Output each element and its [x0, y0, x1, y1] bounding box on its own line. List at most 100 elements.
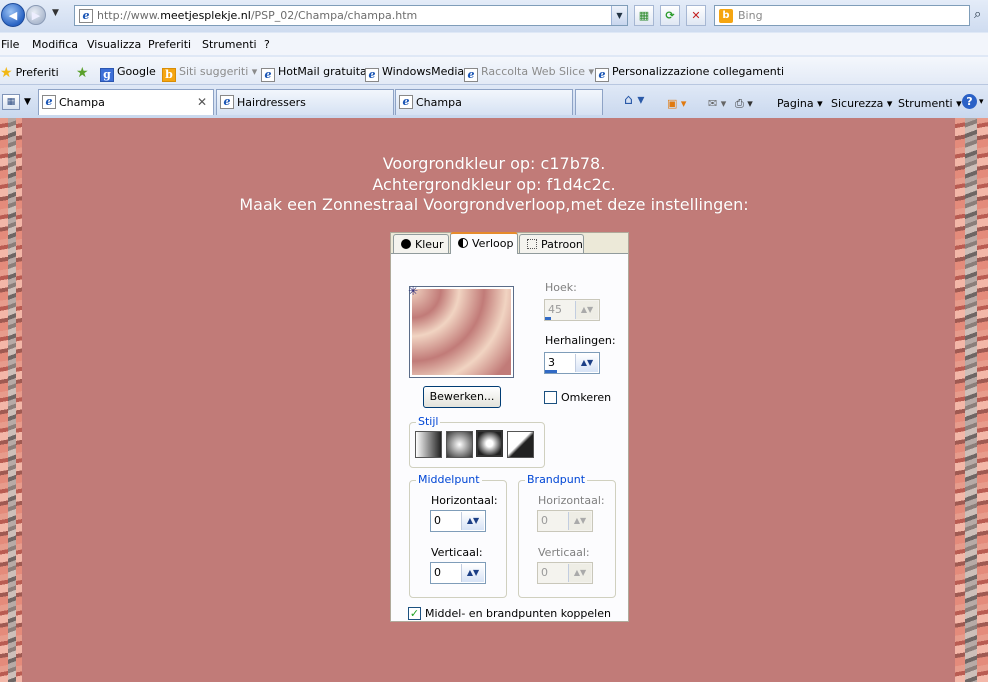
focal-horizontal-value: 0: [541, 514, 548, 527]
center-horizontal-label: Horizontaal:: [431, 494, 498, 507]
tab-list-dropdown[interactable]: ▼: [24, 97, 31, 107]
stop-button[interactable]: ✕: [686, 5, 706, 26]
instruction-background: Achtergrondkleur op: f1d4c2c.: [372, 175, 616, 194]
tab-label: Champa: [59, 96, 105, 109]
center-vertical-label: Verticaal:: [431, 546, 483, 559]
fav-google[interactable]: g Google: [100, 65, 156, 82]
favorites-button[interactable]: ★ Preferiti: [0, 65, 59, 81]
ie-page-icon: e: [261, 68, 275, 82]
bing-icon: b: [719, 9, 733, 23]
ie-page-icon: e: [42, 95, 56, 109]
style-group-label: Stijl: [416, 415, 441, 428]
close-tab-icon[interactable]: ✕: [197, 95, 207, 109]
tab-label: Kleur: [415, 238, 444, 251]
rectangular-style-icon[interactable]: [446, 431, 473, 458]
ie-page-icon: e: [595, 68, 609, 82]
instruction-foreground: Voorgrondkleur op: c17b78.: [382, 154, 606, 173]
tab-champa-1[interactable]: e Champa ✕: [38, 89, 214, 115]
back-arrow-icon: ◀: [8, 8, 18, 22]
spinner-arrows-icon[interactable]: ▲▼: [461, 564, 484, 582]
compatibility-view-button[interactable]: ▦: [634, 5, 654, 26]
tab-champa-2[interactable]: e Champa: [395, 89, 573, 115]
menu-help[interactable]: ?: [264, 38, 270, 51]
spinner-arrows-icon[interactable]: ▲▼: [461, 512, 484, 530]
search-box[interactable]: b Bing: [714, 5, 970, 26]
ie-page-icon: e: [464, 68, 478, 82]
forward-arrow-icon: ▶: [31, 8, 41, 22]
quick-tabs-icon[interactable]: ▦: [2, 94, 20, 110]
page-menu[interactable]: Pagina ▾: [777, 97, 823, 110]
material-properties-dialog: Kleur Verloop Patroon ✳ Hoek: 45 ▲▼ Herh…: [390, 232, 629, 622]
linear-style-icon[interactable]: [415, 431, 442, 458]
tab-label: Verloop: [472, 237, 514, 250]
sunburst-style-icon[interactable]: [476, 430, 503, 457]
search-placeholder[interactable]: Bing: [738, 9, 763, 22]
sunburst-gradient-swatch: [412, 289, 511, 375]
forward-button[interactable]: ▶: [26, 5, 46, 25]
gradient-circle-icon: [458, 238, 468, 248]
repeats-spinner[interactable]: 3 ▲▼: [544, 352, 600, 374]
menu-modifica[interactable]: Modifica: [32, 38, 78, 51]
home-icon[interactable]: ⌂ ▾: [624, 92, 644, 108]
fav-hotmail[interactable]: e HotMail gratuita: [261, 65, 367, 82]
tools-menu[interactable]: Strumenti ▾: [898, 97, 962, 110]
tab-label: Patroon: [541, 238, 583, 251]
security-menu[interactable]: Sicurezza ▾: [831, 97, 892, 110]
instruction-gradient: Maak een Zonnestraal Voorgrondverloop,me…: [239, 195, 749, 214]
center-vertical-spinner[interactable]: 0 ▲▼: [430, 562, 486, 584]
fav-windowsmedia[interactable]: e WindowsMedia: [365, 65, 464, 82]
angle-slider: [545, 317, 551, 320]
ie-page-icon: e: [79, 9, 93, 23]
suggested-sites-icon: b: [162, 68, 176, 82]
back-button[interactable]: ◀: [1, 3, 25, 27]
ie-page-icon: e: [399, 95, 413, 109]
menu-bar: File Modifica Visualizza Preferiti Strum…: [0, 33, 988, 55]
mail-icon[interactable]: ✉ ▾: [708, 97, 726, 110]
invert-label: Omkeren: [561, 391, 612, 404]
fav-customize-links[interactable]: e Personalizzazione collegamenti: [595, 65, 784, 82]
tab-hairdressers[interactable]: e Hairdressers: [216, 89, 394, 115]
print-icon[interactable]: ⎙ ▾: [735, 97, 753, 111]
favorites-star-icon: ★: [0, 65, 13, 81]
tab-verloop[interactable]: Verloop: [450, 232, 518, 254]
center-point-crosshair-icon[interactable]: ✳: [408, 284, 418, 298]
center-group-label: Middelpunt: [416, 473, 482, 486]
repeats-value[interactable]: 3: [548, 356, 555, 369]
center-vertical-value[interactable]: 0: [434, 566, 441, 579]
refresh-button[interactable]: ⟳: [660, 5, 680, 26]
menu-file[interactable]: File: [1, 38, 19, 51]
angle-spinner: 45 ▲▼: [544, 299, 600, 321]
invert-checkbox[interactable]: [544, 391, 557, 404]
feeds-icon[interactable]: ▣ ▾: [667, 97, 686, 110]
add-favorite-icon[interactable]: ★: [76, 65, 92, 81]
angle-label: Hoek:: [545, 281, 577, 294]
address-dropdown[interactable]: ▼: [611, 6, 627, 25]
menu-strumenti[interactable]: Strumenti: [202, 38, 257, 51]
tab-bar: ▦ ▼ e Champa ✕ e Hairdressers e Champa ⌂…: [0, 86, 988, 118]
address-bar[interactable]: e http://www.meetjesplekje.nl/PSP_02/Cha…: [74, 5, 628, 26]
help-icon[interactable]: ?: [962, 94, 977, 109]
focal-vertical-spinner: 0 ▲▼: [537, 562, 593, 584]
fav-suggested-sites[interactable]: b Siti suggeriti ▾: [162, 65, 257, 82]
fav-web-slice[interactable]: e Raccolta Web Slice ▾: [464, 65, 594, 82]
search-icon[interactable]: ⌕: [974, 7, 981, 22]
tab-label: Champa: [416, 96, 462, 109]
radial-style-icon[interactable]: [507, 431, 534, 458]
menu-preferiti[interactable]: Preferiti: [148, 38, 191, 51]
repeats-slider[interactable]: [545, 370, 557, 373]
spinner-arrows-icon: ▲▼: [568, 564, 591, 582]
center-horizontal-spinner[interactable]: 0 ▲▼: [430, 510, 486, 532]
address-text[interactable]: http://www.meetjesplekje.nl/PSP_02/Champ…: [97, 9, 417, 22]
help-dropdown[interactable]: ▾: [979, 97, 984, 107]
spinner-arrows-icon[interactable]: ▲▼: [575, 354, 598, 372]
link-points-checkbox[interactable]: ✓: [408, 607, 421, 620]
menu-visualizza[interactable]: Visualizza: [87, 38, 141, 51]
recent-pages-dropdown[interactable]: ▼: [52, 8, 59, 18]
edit-gradient-button[interactable]: Bewerken...: [423, 386, 501, 408]
tab-patroon[interactable]: Patroon: [519, 234, 584, 253]
angle-value: 45: [548, 303, 562, 316]
center-horizontal-value[interactable]: 0: [434, 514, 441, 527]
gradient-preview[interactable]: [409, 286, 514, 378]
tab-kleur[interactable]: Kleur: [393, 234, 449, 253]
new-tab-button[interactable]: [575, 89, 603, 115]
